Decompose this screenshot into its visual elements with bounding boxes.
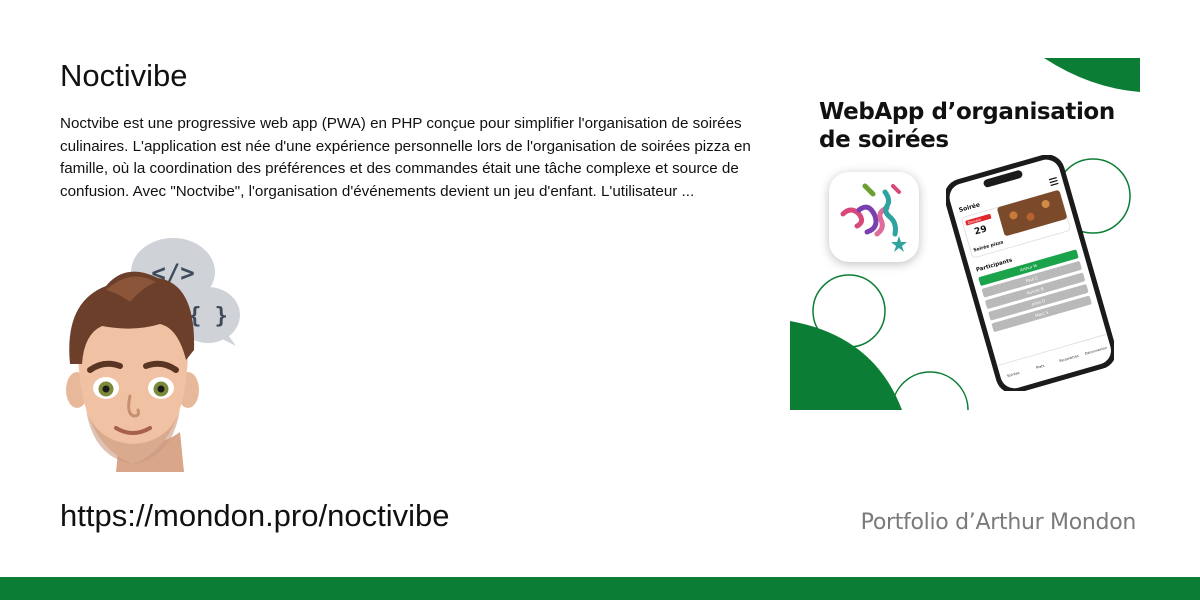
svg-text:{ }: { }	[188, 304, 228, 329]
portfolio-signature: Portfolio d’Arthur Mondon	[860, 510, 1137, 535]
bottom-accent-bar	[0, 577, 1200, 600]
promo-card: WebApp d’organisation de soirées Soirée	[790, 58, 1140, 410]
phone-mockup: Soirée Demain 29 Soirée pizza Participan…	[946, 155, 1114, 391]
confetti-app-icon	[829, 172, 919, 262]
promo-headline: WebApp d’organisation de soirées	[819, 98, 1115, 154]
project-title: Noctivibe	[60, 58, 188, 93]
promo-headline-line1: WebApp d’organisation	[819, 99, 1115, 125]
project-description: Noctvibe est une progressive web app (PW…	[60, 115, 751, 200]
memoji-avatar: </> { }	[66, 238, 240, 472]
promo-headline-line2: de soirées	[819, 127, 949, 153]
project-url[interactable]: https://mondon.pro/noctivibe	[60, 498, 449, 534]
